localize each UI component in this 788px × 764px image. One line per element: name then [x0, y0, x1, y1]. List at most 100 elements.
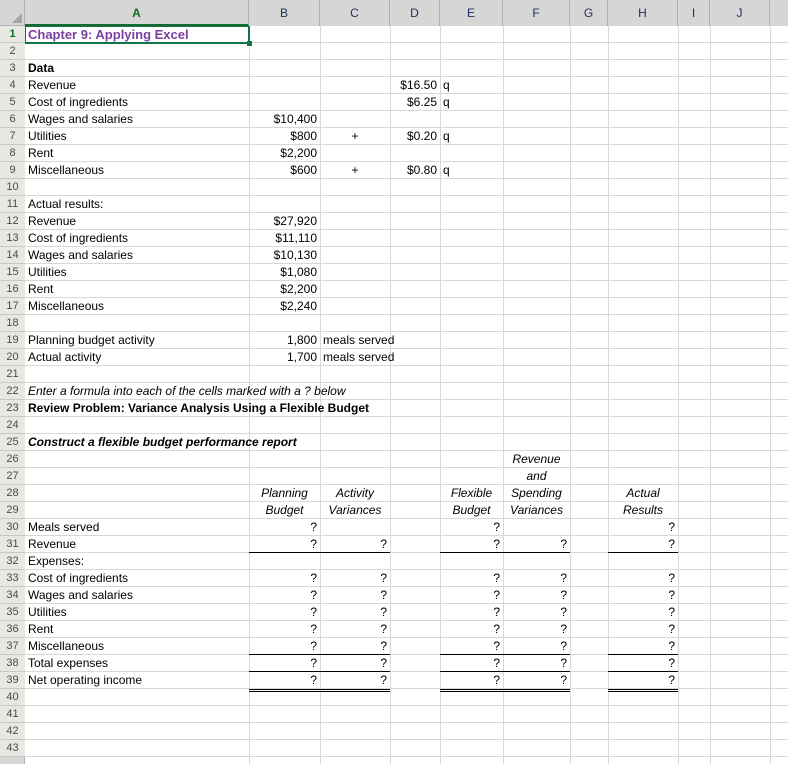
cell-A22[interactable]: Enter a formula into each of the cells m…	[25, 383, 349, 400]
cell-C28[interactable]: Activity	[320, 485, 390, 502]
row-header-18[interactable]: 18	[0, 315, 25, 332]
cell-D9[interactable]: $0.80	[390, 162, 440, 179]
cell-A37[interactable]: Miscellaneous	[25, 638, 249, 655]
spreadsheet-canvas[interactable]: Chapter 9: Applying Excel Data Revenue $16.…	[0, 0, 788, 764]
row-header-42[interactable]: 42	[0, 723, 25, 740]
cell-E31[interactable]: ?	[440, 536, 503, 553]
column-header-d[interactable]: D	[390, 0, 440, 26]
cell-E30[interactable]: ?	[440, 519, 503, 536]
cell-B33[interactable]: ?	[249, 570, 320, 587]
cell-E37[interactable]: ?	[440, 638, 503, 655]
cell-C29[interactable]: Variances	[320, 502, 390, 519]
cell-F27[interactable]: and	[503, 468, 570, 485]
cell-H38[interactable]: ?	[608, 655, 678, 672]
row-header-17[interactable]: 17	[0, 298, 25, 315]
cell-C9[interactable]: +	[320, 162, 390, 179]
row-header-1[interactable]: 1	[0, 26, 25, 43]
row-header-35[interactable]: 35	[0, 604, 25, 621]
cell-B36[interactable]: ?	[249, 621, 320, 638]
cell-H35[interactable]: ?	[608, 604, 678, 621]
row-header-3[interactable]: 3	[0, 60, 25, 77]
cell-F34[interactable]: ?	[503, 587, 570, 604]
row-header-38[interactable]: 38	[0, 655, 25, 672]
row-header-29[interactable]: 29	[0, 502, 25, 519]
row-header-40[interactable]: 40	[0, 689, 25, 706]
cell-D5[interactable]: $6.25	[390, 94, 440, 111]
cell-A15[interactable]: Utilities	[25, 264, 249, 281]
cell-C37[interactable]: ?	[320, 638, 390, 655]
cell-H37[interactable]: ?	[608, 638, 678, 655]
cell-B34[interactable]: ?	[249, 587, 320, 604]
cell-A17[interactable]: Miscellaneous	[25, 298, 249, 315]
row-header-25[interactable]: 25	[0, 434, 25, 451]
cell-B12[interactable]: $27,920	[249, 213, 320, 230]
cell-B29[interactable]: Budget	[249, 502, 320, 519]
column-header-h[interactable]: H	[608, 0, 678, 26]
cell-B8[interactable]: $2,200	[249, 145, 320, 162]
select-all-corner[interactable]	[0, 0, 25, 26]
cell-C36[interactable]: ?	[320, 621, 390, 638]
row-header-13[interactable]: 13	[0, 230, 25, 247]
cell-E36[interactable]: ?	[440, 621, 503, 638]
cell-B37[interactable]: ?	[249, 638, 320, 655]
cell-A16[interactable]: Rent	[25, 281, 249, 298]
cell-A32[interactable]: Expenses:	[25, 553, 249, 570]
cell-A23[interactable]: Review Problem: Variance Analysis Using …	[25, 400, 372, 417]
cell-B28[interactable]: Planning	[249, 485, 320, 502]
row-header-10[interactable]: 10	[0, 179, 25, 196]
row-header-21[interactable]: 21	[0, 366, 25, 383]
cell-A33[interactable]: Cost of ingredients	[25, 570, 249, 587]
cell-A19[interactable]: Planning budget activity	[25, 332, 249, 349]
column-header-f[interactable]: F	[503, 0, 570, 26]
cell-A36[interactable]: Rent	[25, 621, 249, 638]
cell-E5[interactable]: q	[440, 94, 503, 111]
cell-H30[interactable]: ?	[608, 519, 678, 536]
cell-F29[interactable]: Variances	[503, 502, 570, 519]
cell-A3[interactable]: Data	[25, 60, 249, 77]
cell-A6[interactable]: Wages and salaries	[25, 111, 249, 128]
column-header-e[interactable]: E	[440, 0, 503, 26]
row-header-4[interactable]: 4	[0, 77, 25, 94]
cell-F35[interactable]: ?	[503, 604, 570, 621]
row-header-36[interactable]: 36	[0, 621, 25, 638]
cell-A13[interactable]: Cost of ingredients	[25, 230, 249, 247]
cell-A14[interactable]: Wages and salaries	[25, 247, 249, 264]
row-header-23[interactable]: 23	[0, 400, 25, 417]
cell-E39[interactable]: ?	[440, 672, 503, 689]
cell-B31[interactable]: ?	[249, 536, 320, 553]
fill-handle[interactable]	[247, 41, 252, 46]
cell-B38[interactable]: ?	[249, 655, 320, 672]
row-header-5[interactable]: 5	[0, 94, 25, 111]
cell-C34[interactable]: ?	[320, 587, 390, 604]
column-header-g[interactable]: G	[570, 0, 608, 26]
cell-B30[interactable]: ?	[249, 519, 320, 536]
cell-E33[interactable]: ?	[440, 570, 503, 587]
cell-D7[interactable]: $0.20	[390, 128, 440, 145]
row-header-34[interactable]: 34	[0, 587, 25, 604]
cell-C35[interactable]: ?	[320, 604, 390, 621]
cell-F28[interactable]: Spending	[503, 485, 570, 502]
cell-H34[interactable]: ?	[608, 587, 678, 604]
cell-B35[interactable]: ?	[249, 604, 320, 621]
cell-B9[interactable]: $600	[249, 162, 320, 179]
cell-C7[interactable]: +	[320, 128, 390, 145]
cell-A11[interactable]: Actual results:	[25, 196, 249, 213]
cell-E7[interactable]: q	[440, 128, 503, 145]
cell-A25[interactable]: Construct a flexible budget performance …	[25, 434, 300, 451]
cell-E35[interactable]: ?	[440, 604, 503, 621]
cell-H28[interactable]: Actual	[608, 485, 678, 502]
cell-E28[interactable]: Flexible	[440, 485, 503, 502]
cell-A20[interactable]: Actual activity	[25, 349, 249, 366]
column-header-c[interactable]: C	[320, 0, 390, 26]
row-header-39[interactable]: 39	[0, 672, 25, 689]
row-header-22[interactable]: 22	[0, 383, 25, 400]
row-header-37[interactable]: 37	[0, 638, 25, 655]
row-header-43[interactable]: 43	[0, 740, 25, 757]
cell-B16[interactable]: $2,200	[249, 281, 320, 298]
cell-F33[interactable]: ?	[503, 570, 570, 587]
cell-C33[interactable]: ?	[320, 570, 390, 587]
cell-grid[interactable]: Chapter 9: Applying Excel Data Revenue $16.…	[25, 26, 788, 764]
cell-H29[interactable]: Results	[608, 502, 678, 519]
row-header-6[interactable]: 6	[0, 111, 25, 128]
cell-B13[interactable]: $11,110	[249, 230, 320, 247]
